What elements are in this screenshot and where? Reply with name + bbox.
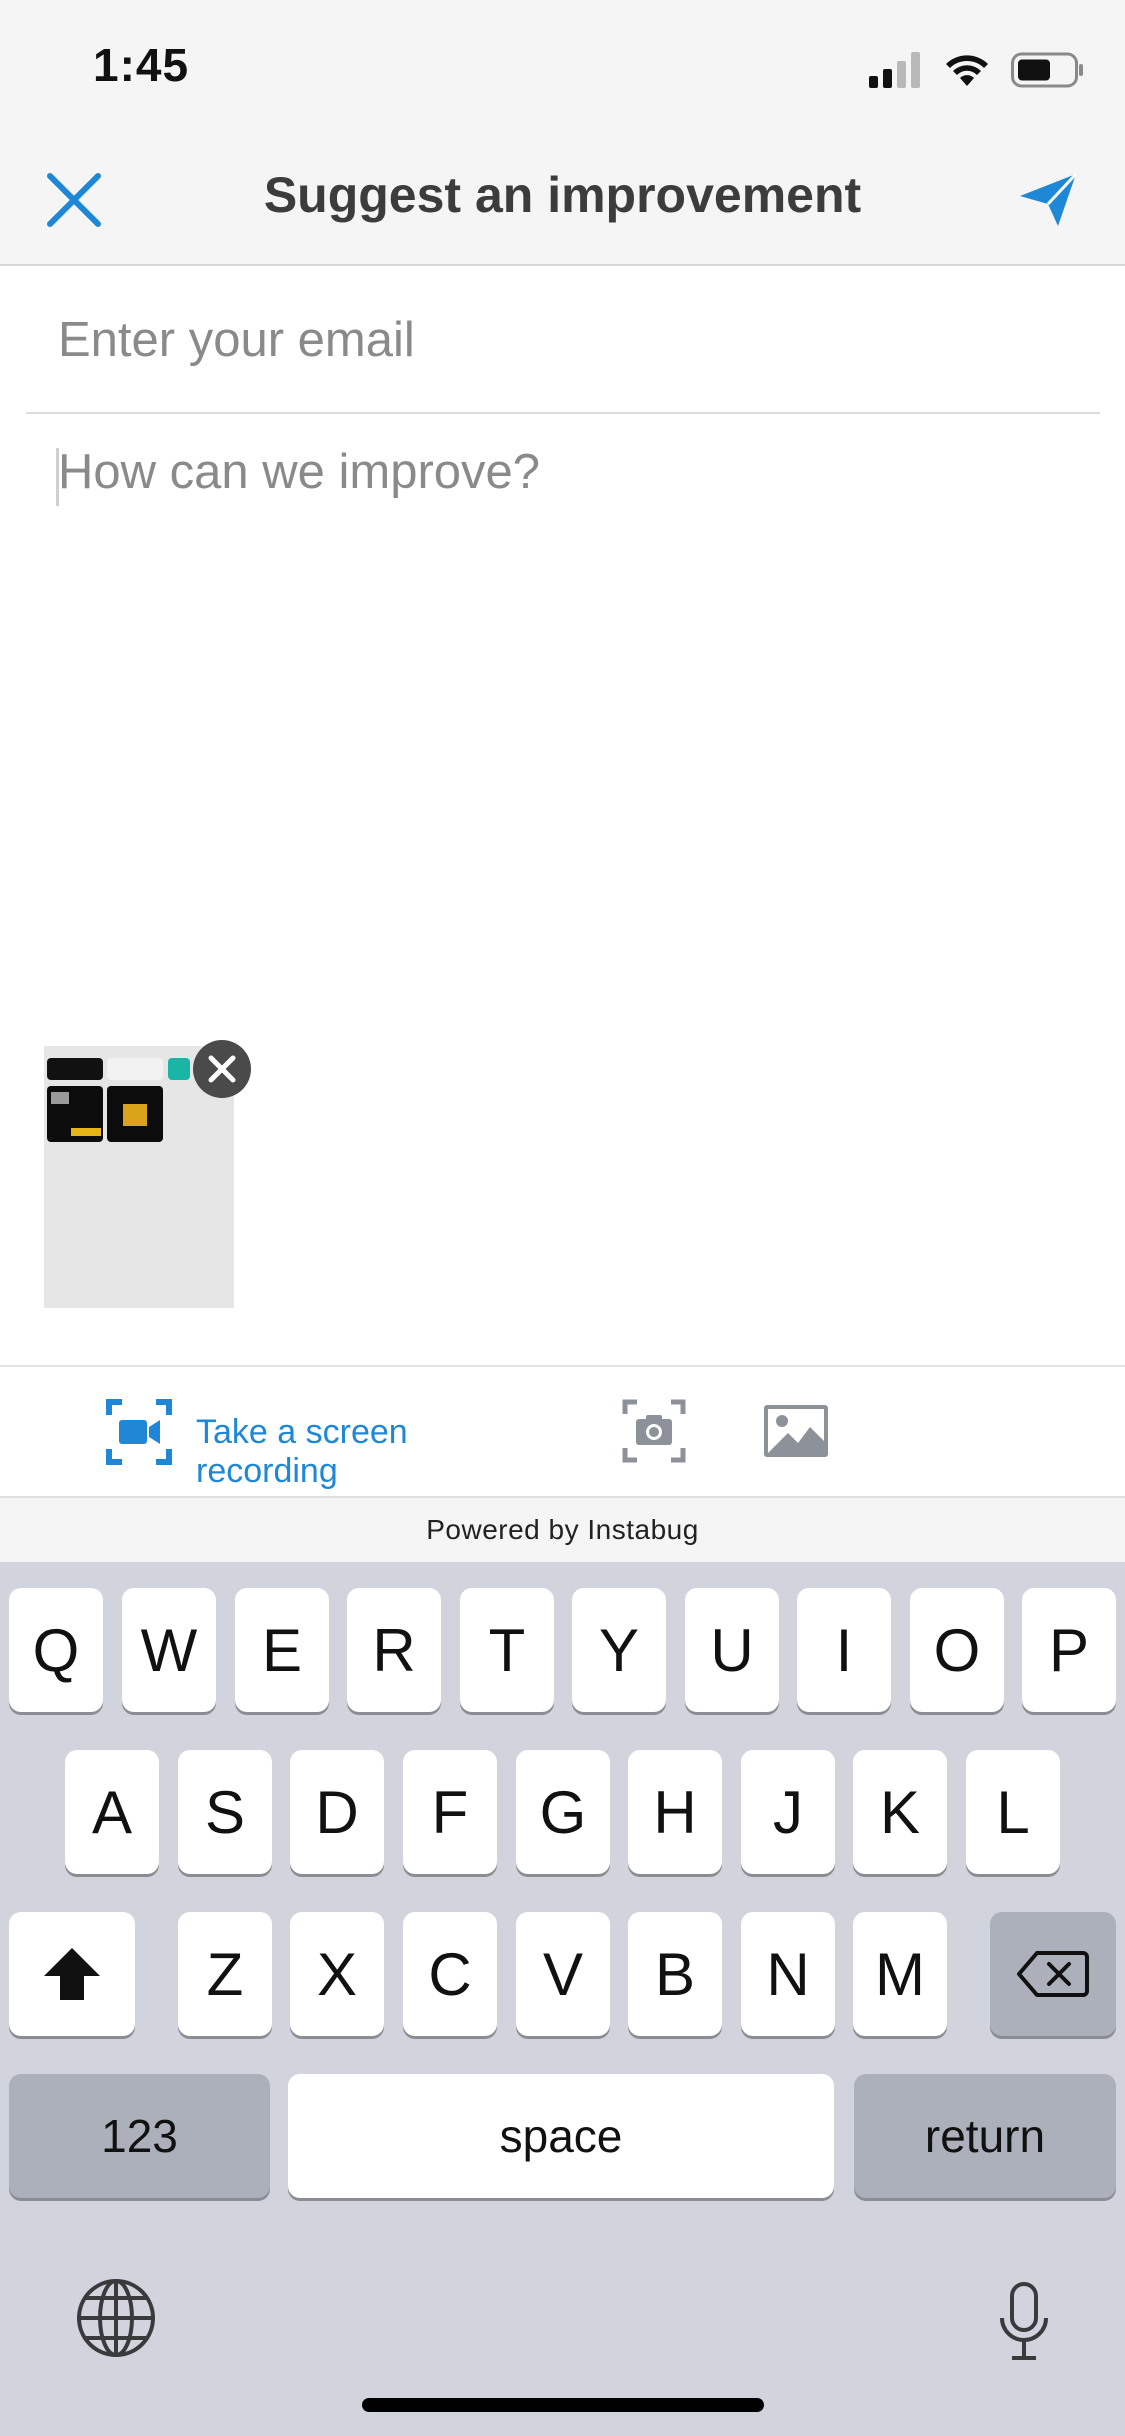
gallery-button[interactable]	[764, 1405, 828, 1457]
thumb-tile	[47, 1086, 103, 1142]
key-z[interactable]: Z	[178, 1912, 272, 2036]
key-q[interactable]: Q	[9, 1588, 103, 1712]
space-key[interactable]: space	[288, 2074, 834, 2198]
globe-icon	[77, 2279, 155, 2357]
attachment-toolbar: Take a screen recording	[0, 1365, 1125, 1497]
video-camera-icon	[106, 1399, 172, 1465]
key-p[interactable]: P	[1022, 1588, 1116, 1712]
thumb-tile	[107, 1058, 163, 1080]
key-g[interactable]: G	[516, 1750, 610, 1874]
page-title: Suggest an improvement	[263, 167, 862, 223]
thumb-tile	[47, 1058, 103, 1080]
send-button[interactable]	[1008, 160, 1088, 240]
email-row	[26, 266, 1100, 414]
send-icon	[1020, 172, 1078, 226]
home-indicator	[362, 2398, 764, 2412]
key-d[interactable]: D	[290, 1750, 384, 1874]
close-icon	[208, 1055, 236, 1083]
key-e[interactable]: E	[235, 1588, 329, 1712]
key-f[interactable]: F	[403, 1750, 497, 1874]
globe-button[interactable]	[76, 2278, 156, 2358]
battery-icon	[1011, 52, 1083, 88]
microphone-icon	[1000, 2282, 1048, 2360]
key-k[interactable]: K	[853, 1750, 947, 1874]
powered-by-label: Powered by Instabug	[0, 1496, 1125, 1564]
key-x[interactable]: X	[290, 1912, 384, 2036]
dictation-button[interactable]	[996, 2282, 1052, 2362]
key-b[interactable]: B	[628, 1912, 722, 2036]
screenshot-button[interactable]	[622, 1399, 686, 1463]
shift-key[interactable]	[9, 1912, 135, 2036]
message-field[interactable]	[58, 440, 1058, 940]
key-i[interactable]: I	[797, 1588, 891, 1712]
return-key[interactable]: return	[854, 2074, 1116, 2198]
key-h[interactable]: H	[628, 1750, 722, 1874]
delete-key[interactable]	[990, 1912, 1116, 2036]
key-u[interactable]: U	[685, 1588, 779, 1712]
key-c[interactable]: C	[403, 1912, 497, 2036]
key-y[interactable]: Y	[572, 1588, 666, 1712]
status-icons	[869, 48, 1085, 92]
thumb-tile	[168, 1058, 190, 1080]
key-s[interactable]: S	[178, 1750, 272, 1874]
key-r[interactable]: R	[347, 1588, 441, 1712]
keyboard: Q W E R T Y U I O P A S D F G H J K L Z …	[0, 1562, 1125, 2436]
key-j[interactable]: J	[741, 1750, 835, 1874]
thumb-tile	[107, 1086, 163, 1142]
camera-icon	[622, 1399, 686, 1463]
status-time: 1:45	[93, 39, 190, 91]
key-v[interactable]: V	[516, 1912, 610, 2036]
text-caret	[56, 448, 59, 506]
email-field[interactable]	[58, 308, 1058, 372]
header: 1:45 Suggest an improvement	[0, 0, 1125, 266]
numbers-key[interactable]: 123	[9, 2074, 270, 2198]
key-o[interactable]: O	[910, 1588, 1004, 1712]
wifi-icon	[946, 55, 988, 86]
image-gallery-icon	[764, 1405, 828, 1457]
key-m[interactable]: M	[853, 1912, 947, 2036]
screen-recording-button[interactable]: Take a screen recording	[104, 1397, 474, 1490]
key-t[interactable]: T	[460, 1588, 554, 1712]
remove-attachment-button[interactable]	[193, 1040, 251, 1098]
shift-icon	[44, 1948, 100, 2000]
screen-recording-label: Take a screen recording	[196, 1413, 408, 1490]
key-l[interactable]: L	[966, 1750, 1060, 1874]
key-n[interactable]: N	[741, 1912, 835, 2036]
key-w[interactable]: W	[122, 1588, 216, 1712]
backspace-icon	[1017, 1951, 1089, 1997]
cellular-signal-icon	[869, 52, 920, 88]
key-a[interactable]: A	[65, 1750, 159, 1874]
